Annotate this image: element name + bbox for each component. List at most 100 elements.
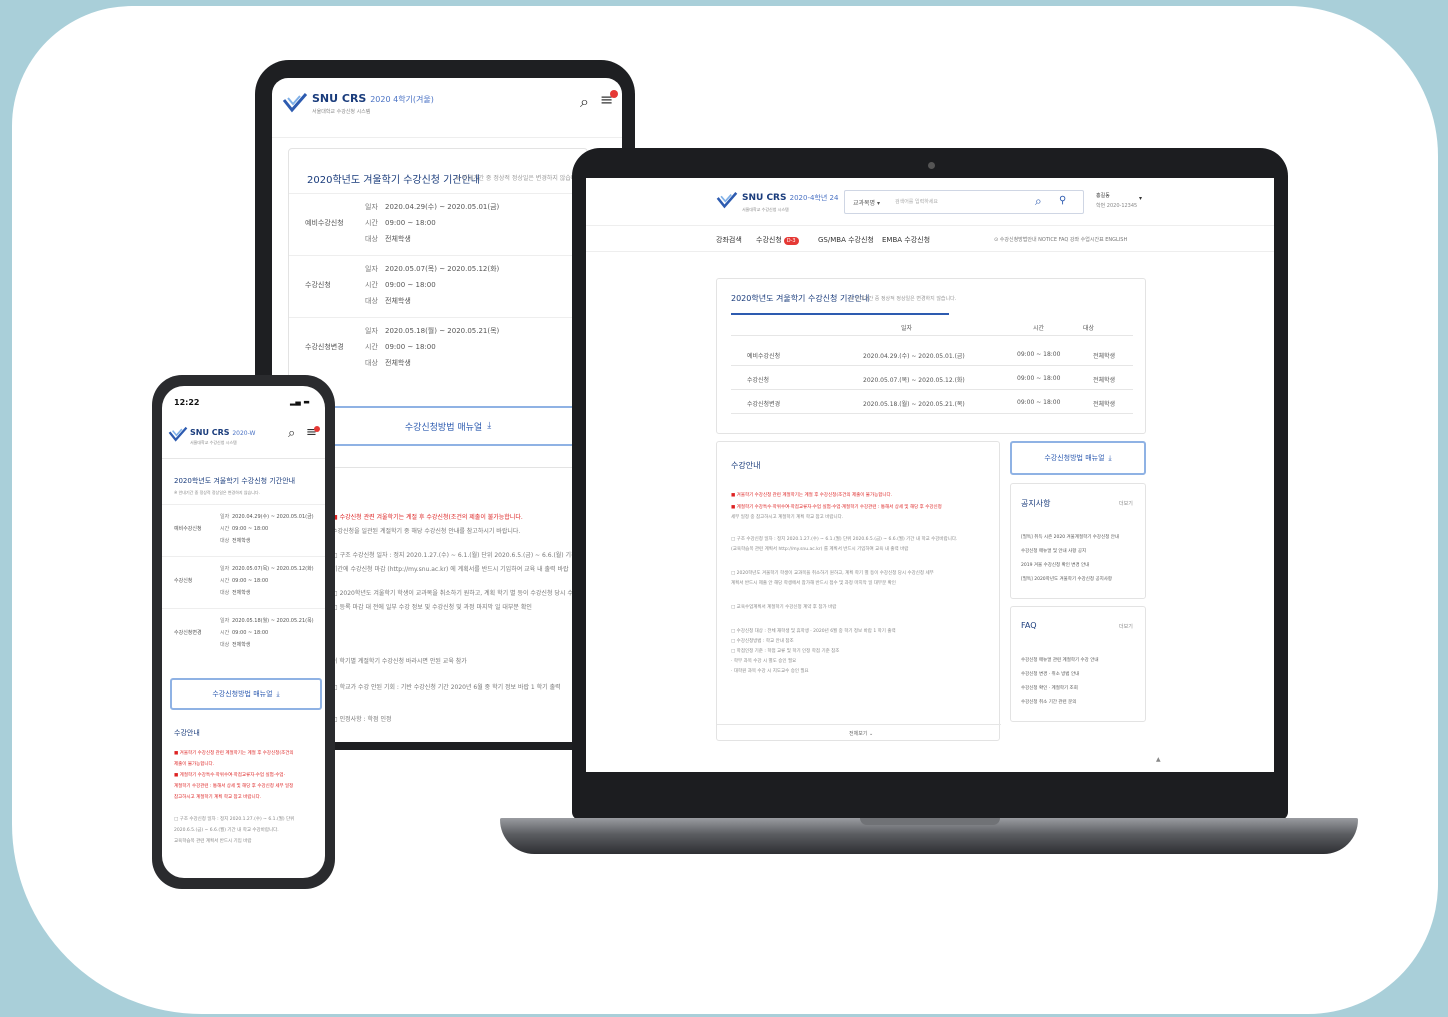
line-key: 일자 xyxy=(365,203,378,211)
schedule-line: 일자 2020.05.07(목) ~ 2020.05.12(화) xyxy=(365,264,499,274)
guide-text: □ 구조 수강신청 일자 : 정지 2020.1.27.(수) ~ 6.1.(월… xyxy=(731,537,958,542)
schedule-line: 시간 09:00 ~ 18:00 xyxy=(365,280,436,290)
faq-item[interactable]: 수강신청 변경 · 취소 방법 안내 xyxy=(1021,671,1079,677)
guide-text: □ 인정사항 : 학점 인정 xyxy=(332,716,392,723)
line-key: 시간 xyxy=(220,526,230,532)
more-link[interactable]: 전체보기 ⌄ xyxy=(849,730,873,737)
line-value: 전체학생 xyxy=(385,235,411,243)
table-row-label: 수강신청 xyxy=(747,377,770,384)
title-underline xyxy=(731,313,949,315)
notice-item[interactable]: 2019 겨울 수강신청 확인 변경 안내 xyxy=(1021,562,1089,568)
line-value: 09:00 ~ 18:00 xyxy=(385,343,436,351)
snu-logo-icon[interactable] xyxy=(168,426,188,443)
table-row-date: 2020.04.29.(수) ~ 2020.05.01.(금) xyxy=(863,353,965,360)
guide-text: ■ 계절학기 수강특수·학위수여·학점교류자·수업 실험·수업·계절학기 수강관… xyxy=(731,505,942,510)
brand-subtitle: 서울대학교 수강신청 시스템 xyxy=(312,109,371,115)
search-icon[interactable]: ⌕ xyxy=(580,92,589,112)
faq-item[interactable]: 수강신청 취소 기간 관련 문의 xyxy=(1021,699,1076,705)
guide-divider xyxy=(717,724,1001,725)
nav-badge: D-3 xyxy=(783,237,799,245)
search-category-select[interactable]: 교과목명 ▾ xyxy=(853,198,880,207)
guide-text: □ 등록 마감 대 전에 일부 수강 정보 및 수강신청 및 과정 마지막 일 … xyxy=(332,604,532,611)
faq-box: FAQ 더보기 수강신청 매뉴얼 관련 계절학기 수강 안내수강신청 변경 · … xyxy=(1010,606,1146,722)
notification-badge xyxy=(314,426,320,432)
guide-text: (교육학습목 관련 계획서 http://my.snu.ac.kr) 를 계획서… xyxy=(731,547,909,552)
brand-name: SNU CRS 2020-4학년 24 xyxy=(742,193,839,203)
schedule-row: 수강신청 일자 2020.05.07(목) ~ 2020.05.12(화) 시간 09:… xyxy=(289,255,587,315)
brand-name: SNU CRS 2020 4학기(겨울) xyxy=(312,92,434,105)
nav-item[interactable]: GS/MBA 수강신청 xyxy=(818,235,874,245)
faq-title: FAQ xyxy=(1021,621,1037,630)
notice-more-link[interactable]: 더보기 xyxy=(1119,500,1133,507)
line-key: 일자 xyxy=(365,327,378,335)
manual-button[interactable]: 수강신청방법 매뉴얼 ⤓ xyxy=(1010,441,1146,475)
schedule-label: 예비수강신청 xyxy=(305,219,344,227)
schedule-line: 대상 전체학생 xyxy=(220,641,250,648)
faq-item[interactable]: 수강신청 매뉴얼 관련 계절학기 수강 안내 xyxy=(1021,657,1099,663)
search-icon[interactable]: ⌕ xyxy=(1035,194,1042,209)
laptop-header: SNU CRS 2020-4학년 24 서울대학교 수강신청 시스템 교과목명 … xyxy=(586,178,1274,226)
table-row-time: 09:00 ~ 18:00 xyxy=(1017,399,1061,406)
nav-item[interactable]: EMBA 수강신청 xyxy=(882,235,930,245)
line-key: 일자 xyxy=(365,265,378,273)
snu-logo-icon[interactable] xyxy=(282,92,308,114)
user-name[interactable]: 홍길동 xyxy=(1096,192,1110,199)
schedule-row: 예비수강신청 일자 2020.04.29(수) ~ 2020.05.01(금) 시간 0… xyxy=(162,504,325,556)
notice-title: 2020학년도 겨울학기 수강신청 기간안내 xyxy=(174,477,296,485)
notice-item[interactable]: [필독] 취득 시즌 2020 겨울계절학기 수강신청 안내 xyxy=(1021,534,1119,540)
line-key: 시간 xyxy=(220,630,230,636)
line-value: 09:00 ~ 18:00 xyxy=(385,219,436,227)
nav-label: GS/MBA 수강신청 xyxy=(818,236,874,244)
nav-item[interactable]: 강좌검색 xyxy=(716,235,742,245)
notice-note: ※ 안내기간 중 정상적 정상일은 변경하지 않습니다. xyxy=(174,490,260,495)
line-key: 대상 xyxy=(365,235,378,243)
faq-more-link[interactable]: 더보기 xyxy=(1119,623,1133,630)
line-key: 대상 xyxy=(220,642,230,648)
line-value: 2020.04.29(수) ~ 2020.05.01(금) xyxy=(385,203,500,211)
search-input[interactable]: 검색어를 입력하세요 xyxy=(895,198,938,205)
table-row-target: 전체학생 xyxy=(1093,401,1116,408)
brand-subtitle: 서울대학교 수강신청 시스템 xyxy=(742,207,789,212)
schedule-label: 수강신청 xyxy=(174,578,193,584)
line-value: 2020.05.18(월) ~ 2020.05.21(목) xyxy=(385,327,500,335)
guide-text: · 학부 과목 수강 시 별도 승인 필요 xyxy=(731,659,797,664)
nav-label: 수강신청 xyxy=(756,236,782,244)
guide-text: ■ 수강신청 관련 겨울학기는 계절 후 수강신청(조건의 제출이 불가능합니다… xyxy=(332,514,523,521)
schedule-line: 일자 2020.05.18(월) ~ 2020.05.21(목) xyxy=(365,326,499,336)
guide-text: ■ 겨울학기 수강신청 관련 계절학기는 계절 후 수강신청(조건의 xyxy=(174,751,294,756)
schedule-row: 수강신청 일자 2020.05.07(목) ~ 2020.05.12(화) 시간 09:… xyxy=(162,556,325,608)
line-key: 시간 xyxy=(220,578,230,584)
line-key: 시간 xyxy=(365,219,378,227)
notice-item[interactable]: 수강신청 매뉴얼 및 안내 사항 공지 xyxy=(1021,548,1086,554)
line-value: 2020.04.29(수) ~ 2020.05.01(금) xyxy=(232,514,314,520)
download-icon: ⤓ xyxy=(487,421,492,431)
schedule-card: 2020학년도 겨울학기 수강신청 기간안내 ※ 안내기간 중 정상적 정상일은… xyxy=(716,278,1146,434)
chevron-down-icon[interactable]: ▾ xyxy=(1139,195,1142,202)
search-icon[interactable]: ⌕ xyxy=(288,426,295,441)
notice-item[interactable]: [필독] 2020학년도 겨울학기 수강신청 공지사항 xyxy=(1021,576,1112,582)
snu-logo-icon[interactable] xyxy=(716,191,738,210)
guide-text: 제출이 불가능합니다. xyxy=(174,762,215,767)
manual-button[interactable]: 수강신청방법 매뉴얼 ⤓ xyxy=(288,406,608,446)
main-nav: 강좌검색 수강신청 D-3 GS/MBA 수강신청 EMBA 수강신청 ⊙ 수강신청방법… xyxy=(586,226,1274,252)
guide-text: □ 수강신청 대상 : 전체 재학생 및 휴학생 · 2020년 6월 중 학기… xyxy=(731,629,896,634)
scroll-top-icon[interactable]: ▲ xyxy=(1156,756,1161,763)
guide-text: ■ 겨울학기 수강신청 관련 계절학기는 계절 후 수강신청(조건의 제출이 불… xyxy=(731,493,893,498)
guide-text: 2020.6.5.(금) ~ 6.6.(월) 기간 내 학교 수강바랍니다. xyxy=(174,828,279,833)
line-value: 09:00 ~ 18:00 xyxy=(385,281,436,289)
faq-item[interactable]: 수강신청 확인 · 계절학기 조회 xyxy=(1021,685,1078,691)
filter-icon[interactable]: ⚲ xyxy=(1059,195,1066,206)
header-divider xyxy=(162,458,325,459)
manual-button[interactable]: 수강신청방법 매뉴얼 ⤓ xyxy=(170,678,322,710)
schedule-line: 일자 2020.05.18(월) ~ 2020.05.21(목) xyxy=(220,617,314,624)
utility-links[interactable]: ⊙ 수강신청방법안내 NOTICE FAQ 강좌 수업시간표 ENGLISH xyxy=(994,236,1127,243)
schedule-line: 대상 전체학생 xyxy=(365,358,411,368)
search-bar[interactable]: 교과목명 ▾ 검색어를 입력하세요 ⌕ ⚲ xyxy=(844,190,1084,214)
tablet-header: SNU CRS 2020 4학기(겨울) 서울대학교 수강신청 시스템 ⌕ ≡ xyxy=(272,78,622,138)
guide-text: □ 학교가 수강 안된 기회 : 기반 수강신청 기간 2020년 6월 중 학… xyxy=(332,684,561,691)
line-value: 2020.05.18(월) ~ 2020.05.21(목) xyxy=(232,618,314,624)
download-icon: ⤓ xyxy=(276,689,280,698)
nav-item[interactable]: 수강신청 D-3 xyxy=(756,235,799,245)
schedule-label: 수강신청변경 xyxy=(174,630,202,636)
table-row-time: 09:00 ~ 18:00 xyxy=(1017,375,1061,382)
